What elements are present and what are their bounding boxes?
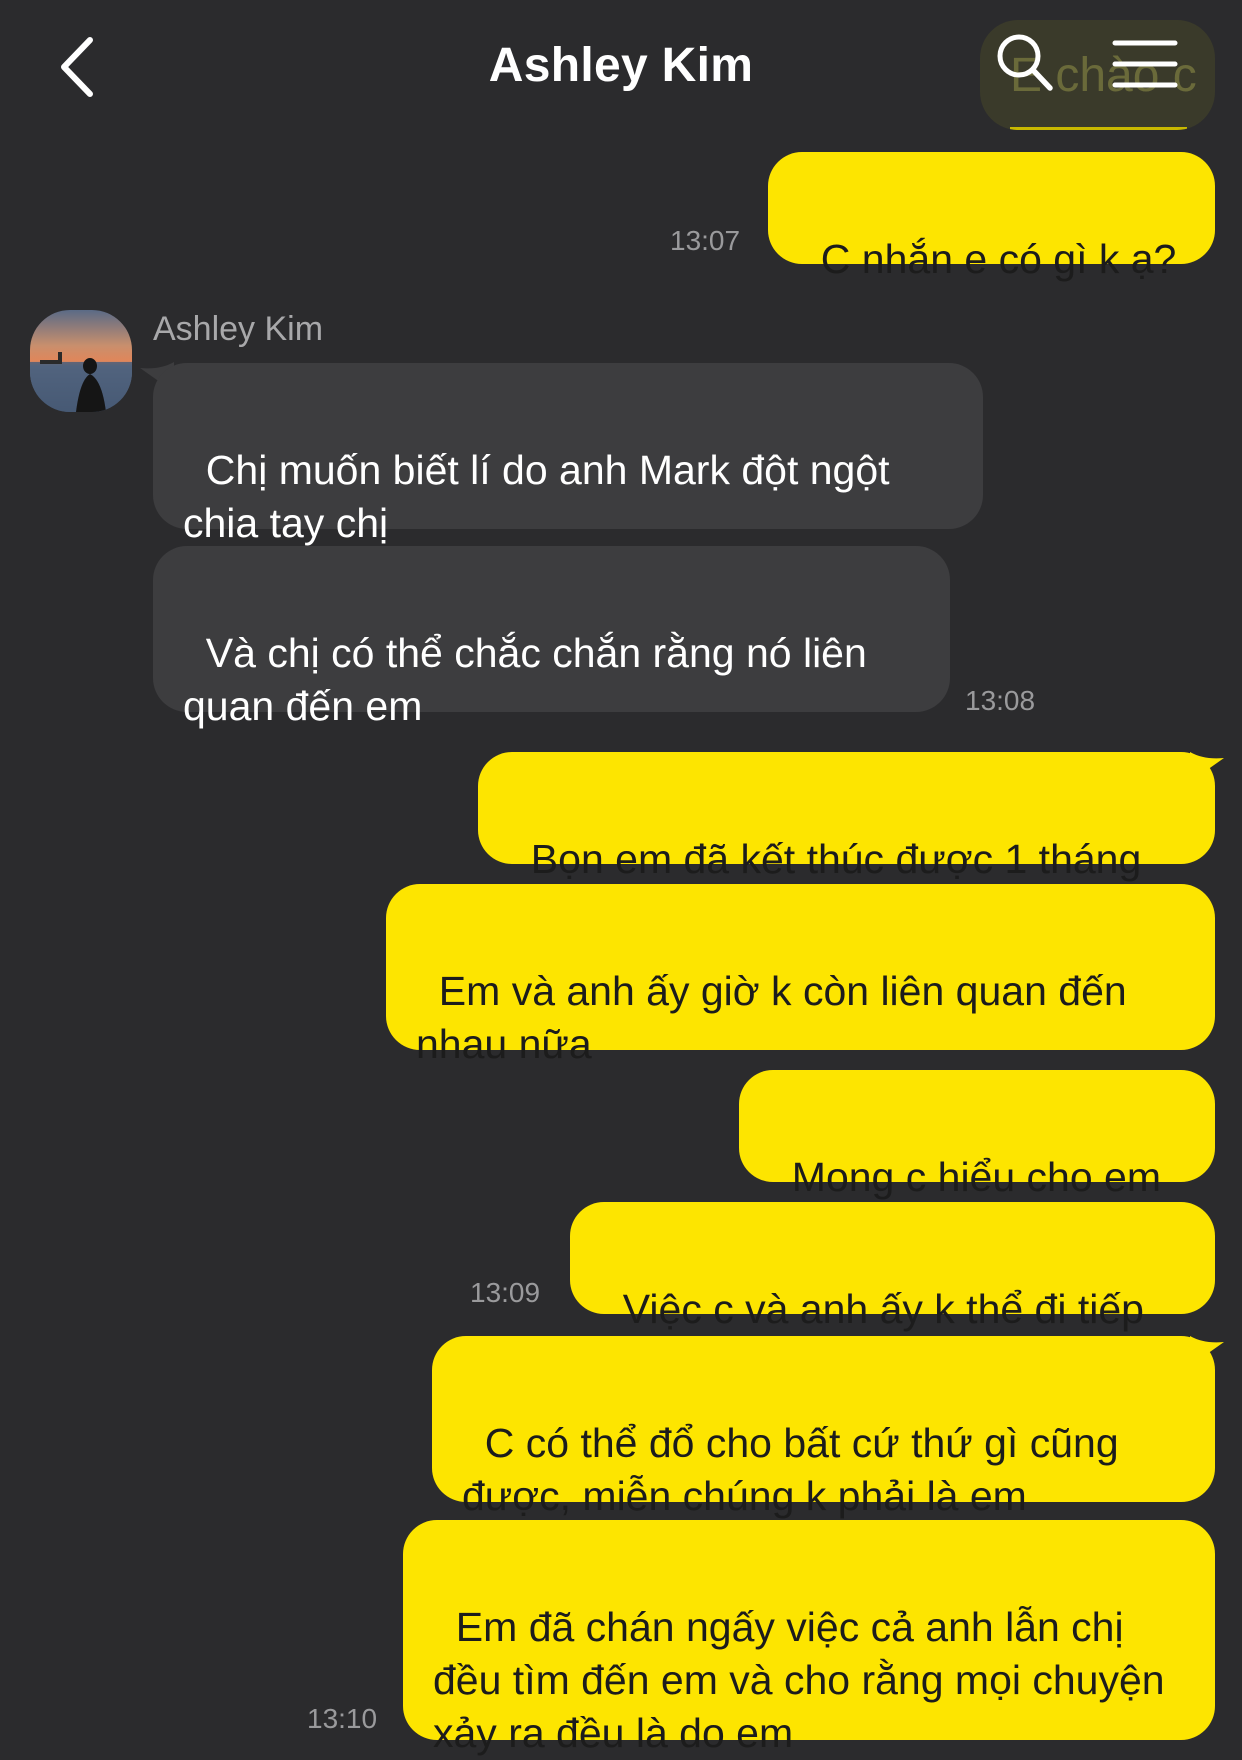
- outgoing-message-bubble[interactable]: Bọn em đã kết thúc được 1 tháng: [478, 752, 1215, 882]
- outgoing-message-bubble[interactable]: Em đã chán ngấy việc cả anh lẫn chị đều …: [403, 1520, 1215, 1756]
- avatar[interactable]: [30, 310, 132, 412]
- message-text: Mong c hiểu cho em: [791, 1154, 1161, 1200]
- search-icon: [997, 34, 1053, 91]
- pinned-underline: [1010, 127, 1187, 130]
- menu-icon: [1112, 40, 1178, 88]
- outgoing-message-bubble[interactable]: Mong c hiểu cho em: [739, 1070, 1215, 1200]
- outgoing-bubble-tail: [1190, 1336, 1224, 1366]
- message-text: Em đã chán ngấy việc cả anh lẫn chị đều …: [433, 1604, 1176, 1756]
- message-text: Và chị có thể chắc chắn rằng nó liên qua…: [183, 630, 879, 729]
- message-text: Bọn em đã kết thúc được 1 tháng: [530, 836, 1142, 882]
- menu-button[interactable]: [1112, 38, 1178, 90]
- incoming-message-bubble[interactable]: Và chị có thể chắc chắn rằng nó liên qua…: [153, 546, 950, 729]
- outgoing-bubble-tail: [1190, 752, 1224, 782]
- message-timestamp: 13:09: [470, 1277, 541, 1308]
- avatar-image: [30, 310, 132, 412]
- message-timestamp: 13:10: [307, 1703, 378, 1734]
- incoming-message-bubble[interactable]: Chị muốn biết lí do anh Mark đột ngột ch…: [153, 363, 983, 546]
- chat-header: Ashley Kim E chào c: [0, 0, 1242, 135]
- message-text: C nhắn e có gì k ạ?: [820, 236, 1177, 282]
- message-timestamp: 13:07: [670, 225, 741, 256]
- outgoing-message-bubble[interactable]: Em và anh ấy giờ k còn liên quan đến nha…: [386, 884, 1215, 1067]
- outgoing-message-bubble[interactable]: Việc c và anh ấy k thể đi tiếp: [570, 1202, 1215, 1332]
- message-timestamp: 13:08: [965, 685, 1036, 716]
- outgoing-message-bubble[interactable]: C nhắn e có gì k ạ?: [768, 152, 1215, 282]
- message-text: Em và anh ấy giờ k còn liên quan đến nha…: [416, 968, 1139, 1067]
- message-text: Chị muốn biết lí do anh Mark đột ngột ch…: [183, 447, 901, 546]
- message-text: Việc c và anh ấy k thể đi tiếp: [622, 1286, 1144, 1332]
- sender-name: Ashley Kim: [153, 310, 324, 348]
- message-text: C có thể đổ cho bất cứ thứ gì cũng được,…: [462, 1420, 1131, 1519]
- search-button[interactable]: [995, 32, 1055, 94]
- outgoing-message-bubble[interactable]: C có thể đổ cho bất cứ thứ gì cũng được,…: [432, 1336, 1215, 1519]
